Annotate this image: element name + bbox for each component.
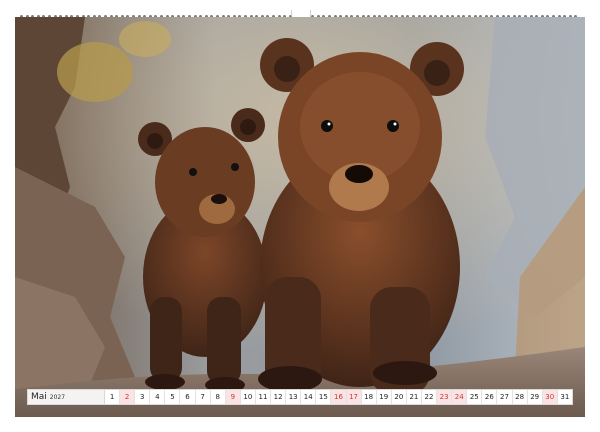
day-cell: 30	[542, 390, 558, 404]
day-cell: 26	[482, 390, 498, 404]
day-cell: 2	[120, 390, 136, 404]
day-cell: 25	[467, 390, 483, 404]
day-cell: 11	[255, 390, 272, 404]
day-cell: 20	[391, 390, 407, 404]
day-cells: 1 2 3 4 5 6 7 8 9 10 11 12 13 14 15 16 17 18 19 20 21 22 23 24 2…	[105, 390, 572, 404]
month-year: 2027	[49, 393, 66, 401]
day-cell: 3	[135, 390, 151, 404]
day-cell: 4	[150, 390, 166, 404]
month-name: Mai	[31, 392, 47, 402]
day-cell: 16	[331, 390, 347, 404]
day-cell: 22	[421, 390, 438, 404]
day-cell: 12	[271, 390, 287, 404]
month-label: Mai 2027	[28, 390, 105, 404]
calendar-page: Mai 2027 1 2 3 4 5 6 7 8 9 10 11 12 13 14 15 16 17 18 19 20…	[0, 0, 600, 432]
day-cell: 17	[346, 390, 362, 404]
day-cell: 24	[452, 390, 468, 404]
day-cell: 27	[497, 390, 513, 404]
day-cell: 10	[240, 390, 256, 404]
day-cell: 21	[406, 390, 422, 404]
day-cell: 6	[180, 390, 196, 404]
day-cell: 14	[301, 390, 317, 404]
day-cell: 9	[225, 390, 241, 404]
day-cell: 1	[105, 390, 121, 404]
day-cell: 18	[361, 390, 377, 404]
day-cell: 13	[286, 390, 302, 404]
day-cell: 23	[437, 390, 453, 404]
day-cell: 5	[165, 390, 181, 404]
day-cell: 7	[195, 390, 211, 404]
day-cell: 8	[210, 390, 226, 404]
bear-cubs-photo	[15, 17, 585, 417]
day-cell: 29	[527, 390, 543, 404]
calendar-strip: Mai 2027 1 2 3 4 5 6 7 8 9 10 11 12 13 14 15 16 17 18 19 20…	[27, 389, 573, 405]
day-cell: 15	[316, 390, 332, 404]
large-bear-cub	[258, 38, 464, 395]
day-cell: 19	[376, 390, 392, 404]
day-cell: 28	[512, 390, 528, 404]
day-cell: 31	[557, 390, 572, 404]
